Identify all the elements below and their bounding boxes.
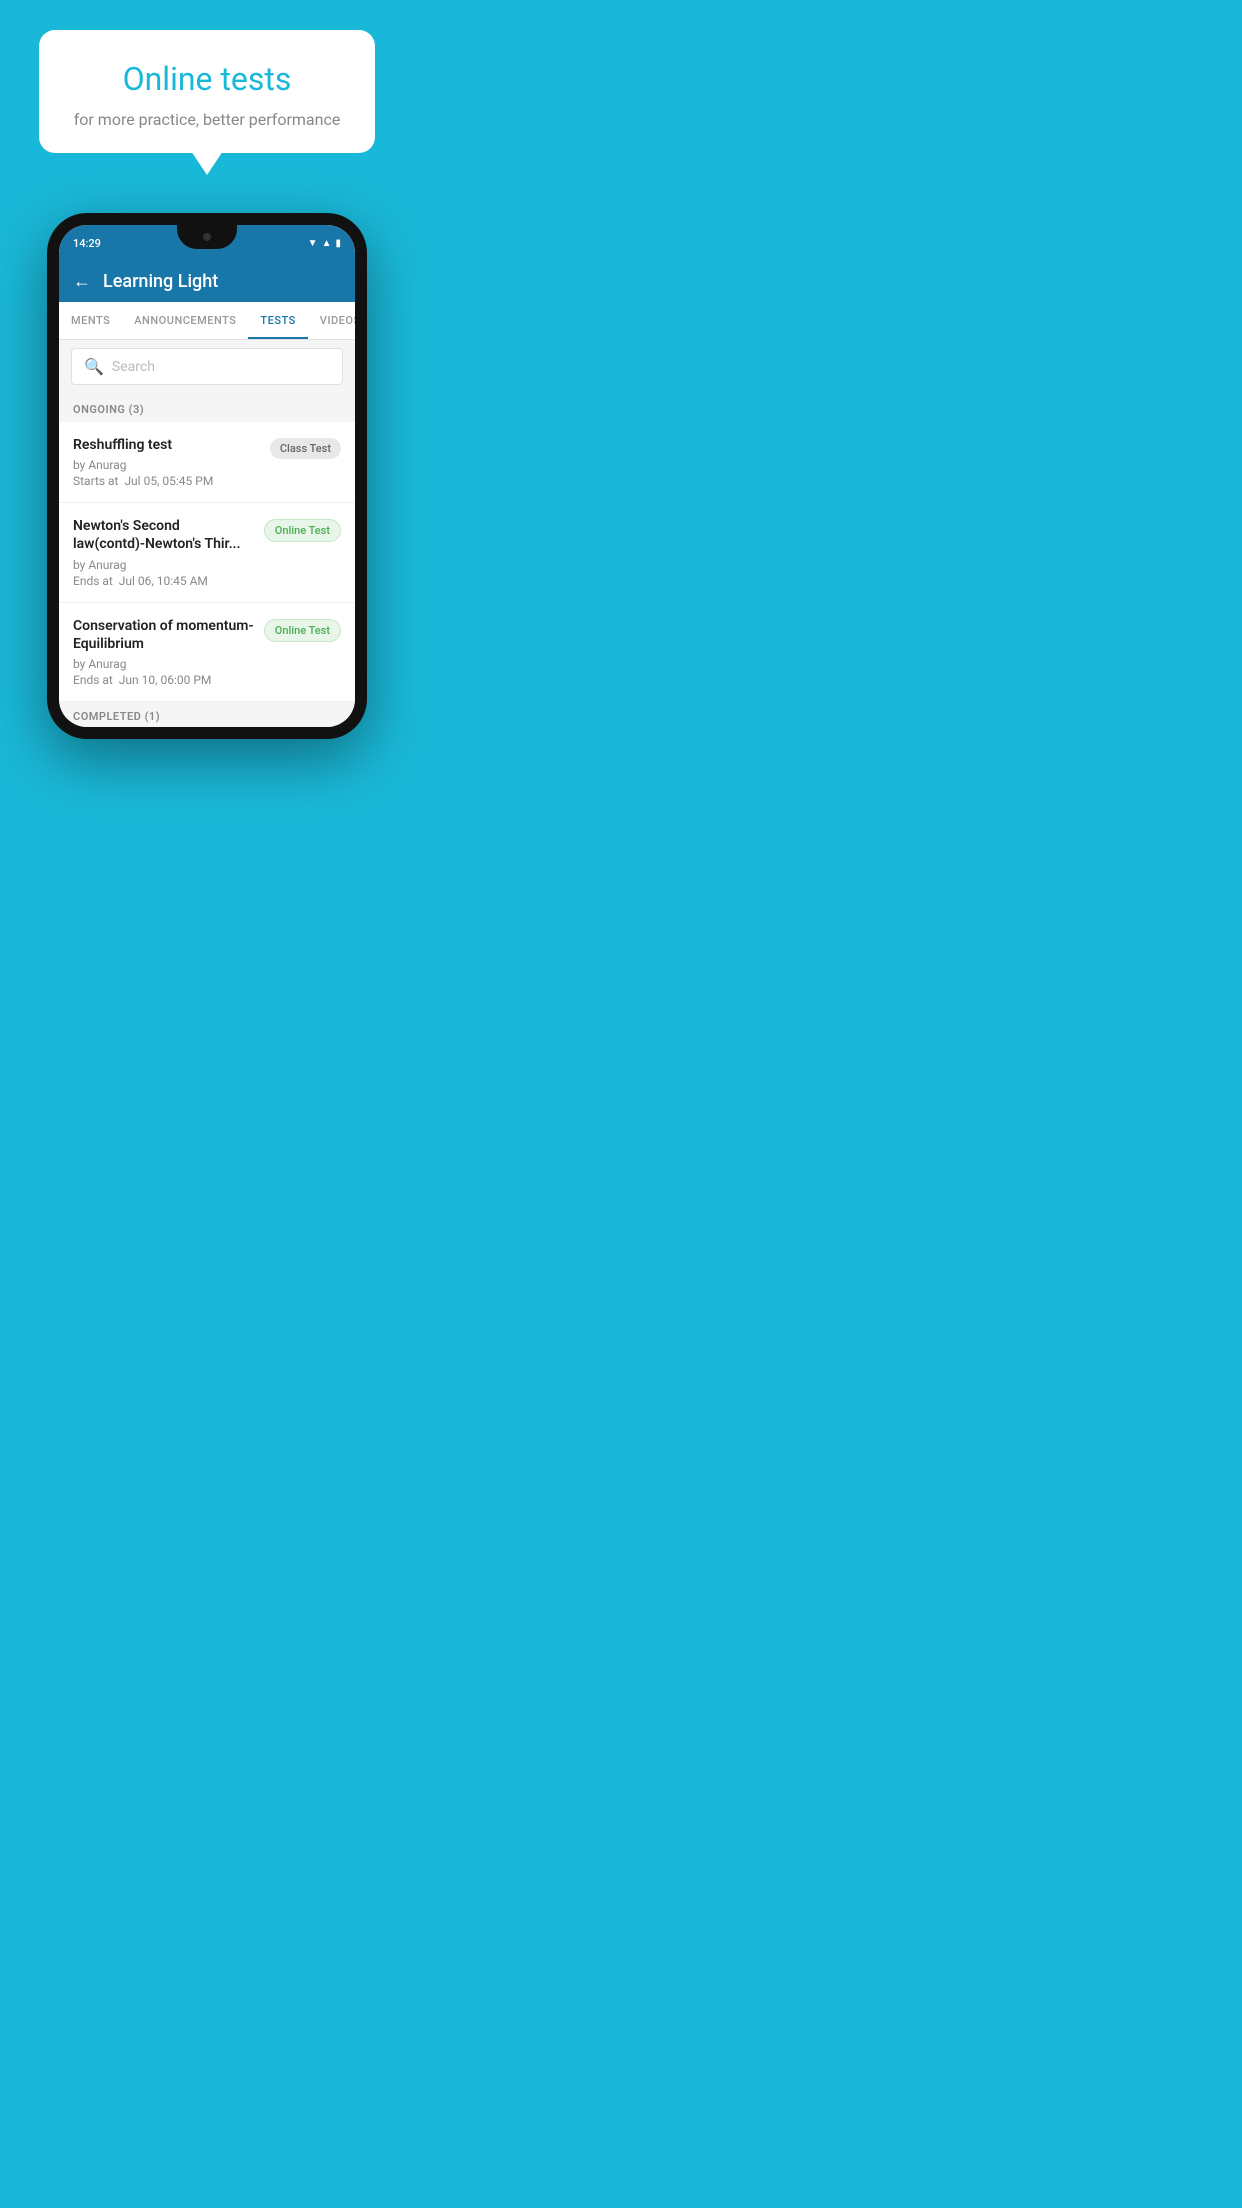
ongoing-section-header: ONGOING (3) [59,393,355,422]
app-title: Learning Light [103,271,218,292]
search-icon: 🔍 [84,357,104,376]
test-info: Newton's Second law(contd)-Newton's Thir… [73,517,264,587]
search-input-wrapper[interactable]: 🔍 Search [71,348,343,385]
tab-videos[interactable]: VIDEOS [308,302,355,339]
bubble-title: Online tests [69,60,346,98]
completed-section-header: COMPLETED (1) [59,702,355,727]
wifi-icon: ▼ [308,238,318,249]
test-name: Reshuffling test [73,436,260,454]
tab-tests[interactable]: TESTS [248,302,307,339]
bubble-subtitle: for more practice, better performance [69,110,346,129]
test-item[interactable]: Newton's Second law(contd)-Newton's Thir… [59,503,355,602]
status-bar: 14:29 ▼ ▲ ▮ [59,225,355,261]
test-item[interactable]: Reshuffling test by Anurag Starts at Jul… [59,422,355,503]
status-icons: ▼ ▲ ▮ [308,238,341,249]
test-author: by Anurag [73,657,254,671]
test-badge-online: Online Test [264,519,341,542]
test-badge-online: Online Test [264,619,341,642]
speech-bubble: Online tests for more practice, better p… [39,30,376,153]
test-author: by Anurag [73,558,254,572]
tabs-bar: MENTS ANNOUNCEMENTS TESTS VIDEOS [59,302,355,340]
camera-dot [203,233,211,241]
tab-announcements[interactable]: ANNOUNCEMENTS [122,302,248,339]
test-info: Reshuffling test by Anurag Starts at Jul… [73,436,270,488]
signal-icon: ▲ [322,238,332,249]
phone-screen: 14:29 ▼ ▲ ▮ ← Learning Light MENTS ANNOU… [59,225,355,727]
test-time: Ends at Jul 06, 10:45 AM [73,574,254,588]
test-badge-class: Class Test [270,438,341,459]
test-list: Reshuffling test by Anurag Starts at Jul… [59,422,355,702]
phone-notch [177,225,237,249]
test-author: by Anurag [73,458,260,472]
test-info: Conservation of momentum-Equilibrium by … [73,617,264,687]
test-name: Conservation of momentum-Equilibrium [73,617,254,653]
battery-icon: ▮ [335,238,341,249]
search-bar-container: 🔍 Search [59,340,355,393]
tab-ments[interactable]: MENTS [59,302,122,339]
search-placeholder: Search [112,359,155,375]
phone-mockup: 14:29 ▼ ▲ ▮ ← Learning Light MENTS ANNOU… [47,213,367,739]
back-button[interactable]: ← [73,271,91,292]
status-time: 14:29 [73,237,101,250]
app-header: ← Learning Light [59,261,355,302]
test-name: Newton's Second law(contd)-Newton's Thir… [73,517,254,553]
test-time: Starts at Jul 05, 05:45 PM [73,474,260,488]
test-time: Ends at Jun 10, 06:00 PM [73,673,254,687]
test-item[interactable]: Conservation of momentum-Equilibrium by … [59,603,355,702]
speech-bubble-area: Online tests for more practice, better p… [0,0,414,163]
